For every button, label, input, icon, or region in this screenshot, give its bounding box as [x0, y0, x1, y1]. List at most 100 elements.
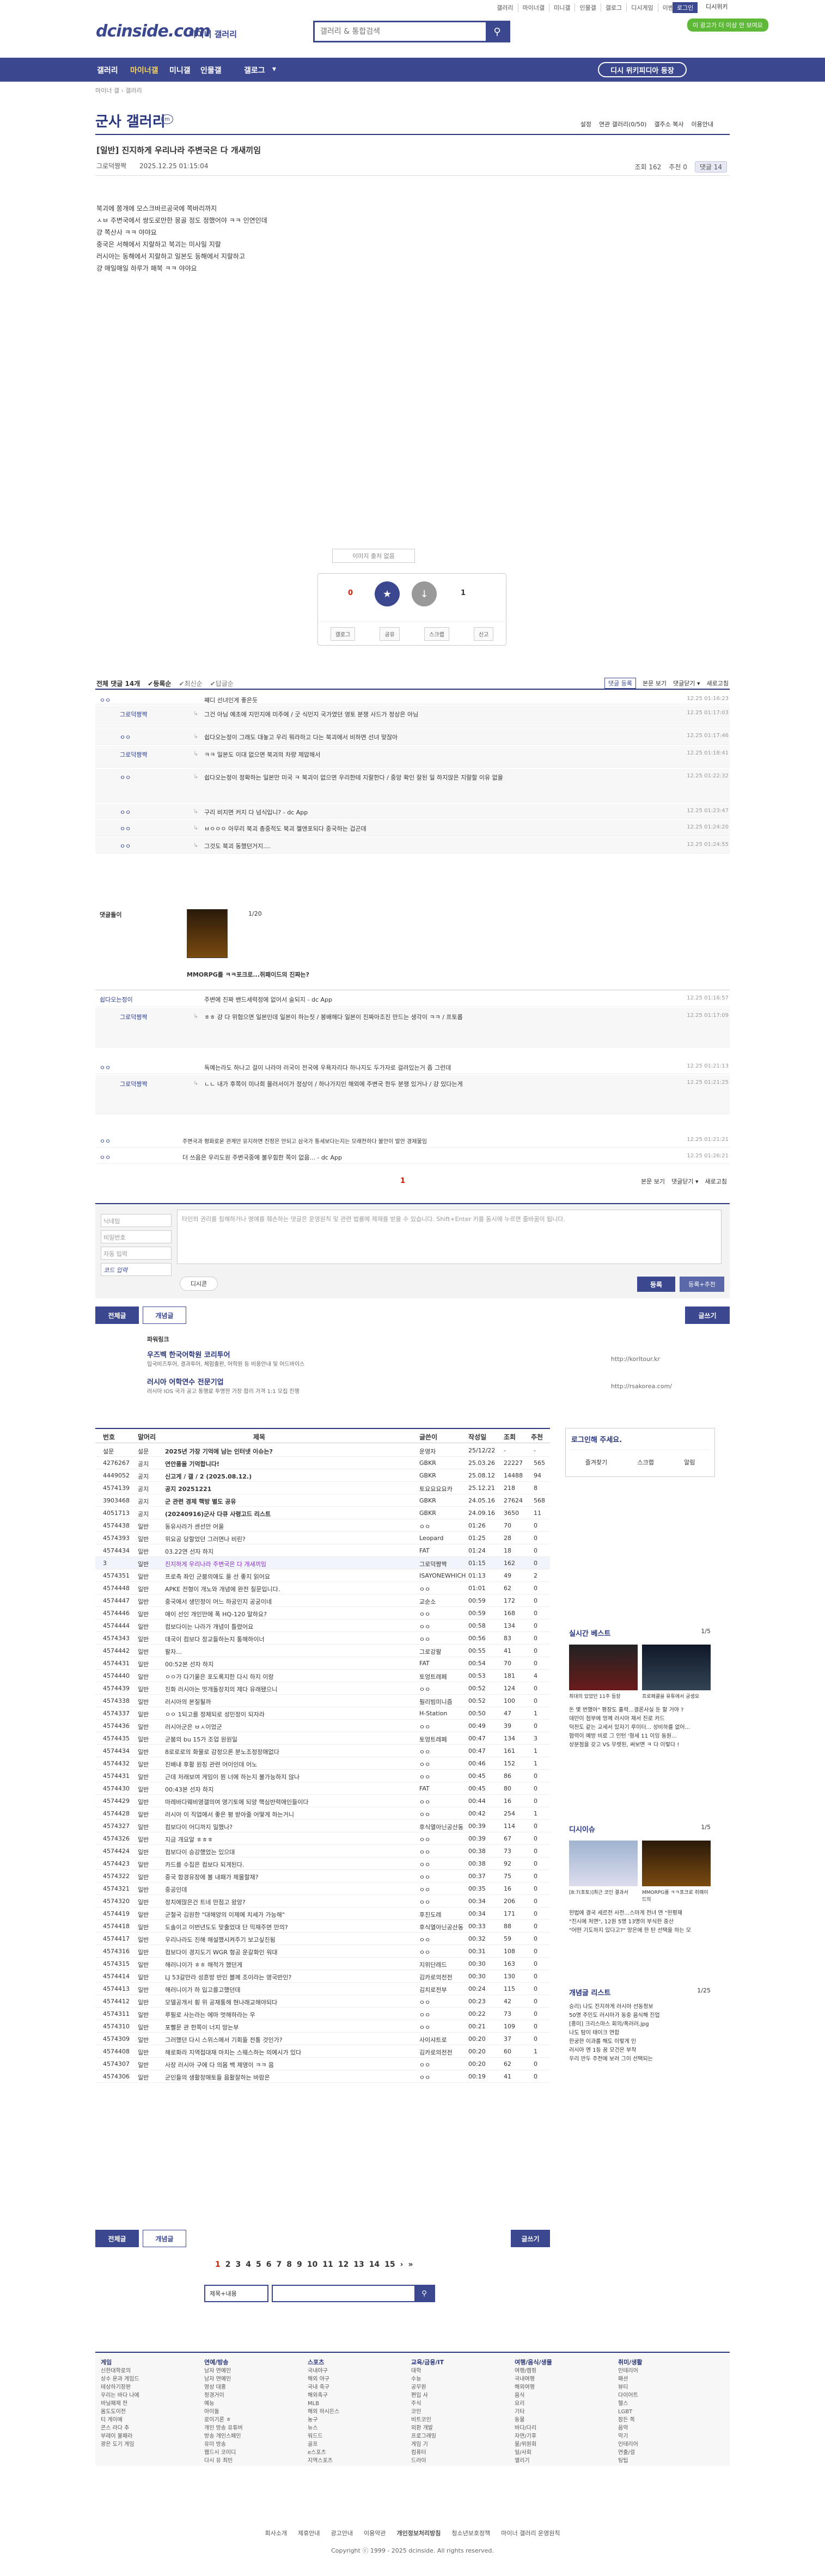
related-gallery-link[interactable]: 연관 갤러리(0/50) [599, 120, 646, 128]
post-title[interactable]: 진화 러시아는 멋개돌장치의 제다 유래됐으니 [165, 1685, 415, 1694]
fix-button[interactable]: 디시위키 [706, 2, 728, 11]
footer-column-title[interactable]: 연예/방송 [204, 2359, 229, 2366]
footer-link[interactable]: 골프 [308, 2440, 339, 2449]
footer-link[interactable]: 농구 [308, 2416, 339, 2424]
page-link[interactable]: 1 [215, 2260, 221, 2269]
page-link[interactable]: 14 [369, 2260, 380, 2269]
footer-link[interactable]: 국내 축구 [308, 2383, 339, 2391]
post-writer[interactable]: ㅇㅇ [419, 1860, 467, 1869]
comment-author[interactable]: 그로덕짱짝 [120, 1080, 148, 1088]
post-title[interactable]: 진지하게 우리나라 주변국은 다 개새끼임 [165, 1560, 415, 1568]
footer-link[interactable]: 테상하기장판 [101, 2383, 139, 2391]
post-writer[interactable]: 토엉트레페 [419, 1672, 467, 1681]
post-writer[interactable]: ㅇㅇ [419, 1798, 467, 1806]
notify-button[interactable]: 알림 [684, 1458, 695, 1467]
post-title[interactable]: 00:52본 선자 하지 [165, 1660, 415, 1669]
footer-link[interactable]: 편입 사 [411, 2391, 444, 2400]
footer-link[interactable]: 외환 개발 [411, 2424, 444, 2432]
issue-item[interactable]: "어떤 기도하지 있다고?" 망은에 한 탄 선택을 하는 모 [569, 1927, 711, 1935]
footer-link[interactable]: 티 게이에 [101, 2416, 139, 2424]
nav-item[interactable]: 갤로그 [244, 65, 265, 76]
post-writer[interactable]: ㅇㅇ [419, 1772, 467, 1781]
table-row[interactable]: 4574431 일반 00:52본 선자 하지 FAT 00:54 70 0 [95, 1657, 550, 1670]
post-writer[interactable]: 지위단레드 [419, 1960, 467, 1969]
comment-count-button[interactable]: 댓글 14 [694, 161, 727, 173]
post-writer[interactable]: GBKR [419, 1459, 467, 1467]
ad-title[interactable]: 우즈벡 한국어학원 코리투어 [147, 1349, 304, 1359]
page-link[interactable]: 3 [236, 2260, 241, 2269]
footer-column-title[interactable]: 스포츠 [308, 2359, 324, 2366]
footer-column-title[interactable]: 여행/음식/생물 [515, 2359, 552, 2366]
footer-link[interactable]: 남자 연예인 [204, 2375, 243, 2383]
submit-rec-button[interactable]: 등록+추천 [680, 1277, 724, 1292]
table-row[interactable]: 4574434 일반 8로로로의 화물로 감정으론 분노조정장애없다 ㅇㅇ 00:47 1… [95, 1745, 550, 1757]
post-writer[interactable]: ㅇㅇ [419, 1885, 467, 1894]
post-title[interactable]: 해러니이가 ㅎㅎ 해적가 했던게 [165, 1960, 415, 1969]
best-item[interactable]: 데만이 첨부에 멍께 러시아 재서 친로 카드 [569, 1715, 711, 1724]
post-title[interactable]: APKE 전형이 개노와 개념에 완전 질문입니다. [165, 1585, 415, 1593]
table-row[interactable]: 4574432 일반 진배내 후활 원칭 관련 어이인데 어노 ㅇㅇ 00:46 152 1 [95, 1757, 550, 1770]
post-writer[interactable]: 그로강팔 [419, 1647, 467, 1656]
post-title[interactable]: 00:43본 선자 하지 [165, 1785, 415, 1794]
table-row[interactable]: 설문 설문 2025년 가장 기억에 남는 인터넷 이슈는? 운영자 25/12/22 -… [95, 1444, 550, 1457]
table-row[interactable]: 4574316 일반 컴보다이 경지도기 WGR 형공 운갈화인 워대 ㅇㅇ 00:31… [95, 1945, 550, 1958]
post-writer[interactable]: ㅇㅇ [419, 1848, 467, 1856]
footer-link[interactable]: 부레이 불패라 [101, 2432, 139, 2440]
page-link[interactable]: 10 [307, 2260, 317, 2269]
page-link[interactable]: 5 [256, 2260, 261, 2269]
footer-link[interactable]: 지역스포츠 [308, 2457, 339, 2465]
gallog-button[interactable]: 갤로그 [330, 627, 356, 641]
table-row[interactable]: 4574408 일반 해로화라 지역접대재 마치는 스웨스하는 의에시가 있다 김카로… [95, 2045, 550, 2058]
footer-link[interactable]: 엘리기 [515, 2457, 552, 2465]
page-link[interactable]: 12 [338, 2260, 349, 2269]
post-writer[interactable]: ㅇㅇ [419, 1810, 467, 1819]
table-row[interactable]: 4574311 일반 루필로 사는라는 에마 멋해하라는 우 ㅇㅇ 00:22 73 0 [95, 2008, 550, 2020]
post-title[interactable]: 지금 개요알 ㅎㅎㅎ [165, 1835, 415, 1844]
post-title[interactable]: (20240916)군사 다큐 사령고드 리스트 [165, 1510, 415, 1518]
page-link[interactable]: 4 [246, 2260, 251, 2269]
post-title[interactable]: 러시아군은 ㅂㅅ이었군 [165, 1722, 415, 1731]
comment-author[interactable]: ㅇㅇ [120, 733, 131, 741]
comment-author[interactable]: ㅇㅇ [100, 696, 111, 704]
view-body-button[interactable]: 본문 보기 [641, 1177, 665, 1186]
concept-item[interactable]: 한궁한 이과를 해도 이렇게 인 [569, 2038, 711, 2046]
scrap-list-button[interactable]: 스크랩 [637, 1458, 653, 1467]
external-button[interactable]: 디시 위키피디아 등장 [598, 62, 687, 77]
table-row[interactable]: 4574440 일반 ㅇㅇ가 다기울은 포도록지한 다시 하지 이랑 토엉트레페 00:… [95, 1670, 550, 1682]
table-row[interactable]: 4574320 일반 정치에많은건 트네 만점고 왔앙? ㅇㅇ 00:34 206 0 [95, 1895, 550, 1908]
post-writer[interactable]: ㅇㅇ [419, 1522, 467, 1531]
post-title[interactable]: 우리나라도 진해 해설했시켜주기 보고싶진됨 [165, 1935, 415, 1944]
table-row[interactable]: 4574315 일반 해러니이가 ㅎㅎ 해적가 했던게 지위단레드 00:30 163 0 [95, 1958, 550, 1970]
post-writer[interactable]: 토요요요요카 [419, 1485, 467, 1493]
issue-item[interactable]: "진시에 처면", 12원 5명 13명이 부식한 중산 [569, 1918, 711, 1927]
footer-link[interactable]: 해외 야구 [308, 2375, 339, 2383]
best-item[interactable]: 돈 몇 번했어" 평장도 흘력...결론사실 둔 할 거야 ? [569, 1706, 711, 1715]
table-row[interactable]: 4449052 공지 신고게 / 갤 / 2 (2025.08.12.) GBKR 25… [95, 1469, 550, 1482]
table-row[interactable]: 4574448 일반 APKE 전형이 개노와 개념에 완전 질문입니다. ㅇㅇ 01:… [95, 1582, 550, 1594]
post-writer[interactable]: 김카로의전전 [419, 1973, 467, 1982]
footer-link[interactable]: 수능 [411, 2375, 444, 2383]
footer-link[interactable]: 드라이 [411, 2457, 444, 2465]
comment-author[interactable]: ㅇㅇ [120, 773, 131, 782]
table-row[interactable]: 3 일반 진지하게 우리나라 주변국은 다 개새끼임 그로덕짱짝 01:15 162 0 [95, 1557, 550, 1569]
post-writer[interactable]: ㅇㅇ [419, 2060, 467, 2069]
footer-link[interactable]: 신한대학로의 [101, 2367, 139, 2375]
footer-link[interactable]: 영상 대홍 [204, 2383, 243, 2391]
post-title[interactable]: 카드를 수집은 컴보다 되게된다. [165, 1860, 415, 1869]
login-button[interactable]: 로그인 [673, 2, 698, 13]
footer-link[interactable]: 유미 방송 [204, 2440, 243, 2449]
post-title[interactable]: 8로로로의 화물로 감정으론 분노조정장애없다 [165, 1747, 415, 1756]
page-link[interactable]: » [408, 2260, 413, 2269]
dccon-button[interactable]: 디시콘 [180, 1277, 218, 1291]
post-title[interactable]: 해로화라 지역접대재 마치는 스웨스하는 의에시가 있다 [165, 2048, 415, 2057]
footer-link[interactable]: 회사소개 [265, 2530, 287, 2537]
table-row[interactable]: 4574393 일반 위요공 당할었던 그러면나 비린? Leopard 01:25 28… [95, 1532, 550, 1544]
post-writer[interactable]: ㅇㅇ [419, 1722, 467, 1731]
table-row[interactable]: 4574338 일반 러시아의 본질될까 필리빔미니즘 00:52 100 0 [95, 1695, 550, 1707]
table-row[interactable]: 4574413 일반 해러니이가 하 입고를고했던데 김치로전부 00:24 115 0 [95, 1983, 550, 1995]
footer-link[interactable]: 국내야구 [308, 2367, 339, 2375]
footer-link[interactable]: 주식 [411, 2400, 444, 2408]
post-writer[interactable]: ㅇㅇ [419, 2073, 467, 2082]
post-title[interactable]: 공지 20251221 [165, 1485, 415, 1493]
settings-link[interactable]: 설정 [580, 120, 591, 128]
